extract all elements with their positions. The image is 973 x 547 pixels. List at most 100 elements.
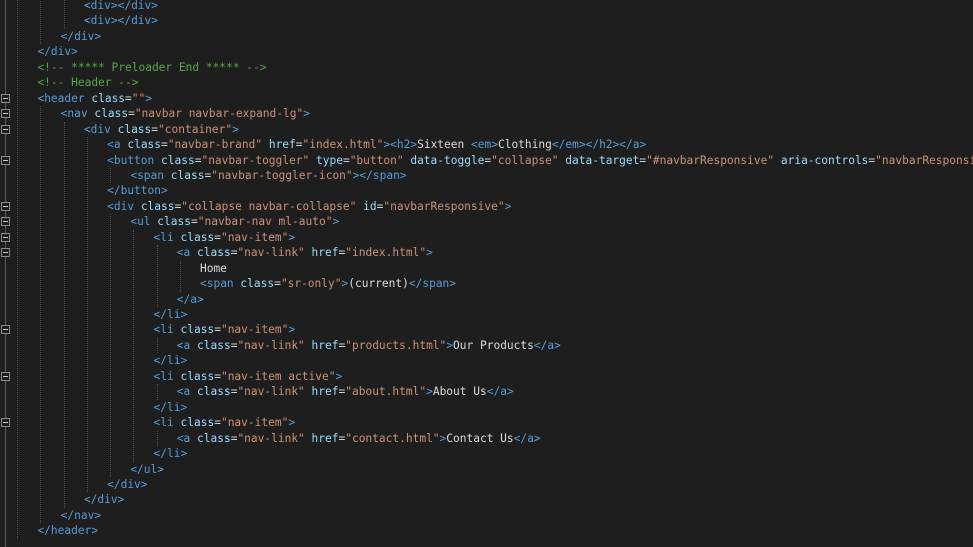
- code-token: <!-- Header -->: [37, 76, 139, 90]
- code-line[interactable]: <div class="collapse navbar-collapse" id…: [107, 199, 511, 215]
- code-line[interactable]: <div class="container">: [84, 122, 239, 138]
- collapse-toggle-icon[interactable]: [1, 93, 10, 103]
- code-line[interactable]: <li class="nav-item">: [154, 322, 296, 338]
- code-token: div: [90, 14, 111, 28]
- indent-guide: [156, 337, 158, 354]
- collapse-toggle-icon[interactable]: [1, 232, 10, 242]
- code-token: </: [486, 385, 501, 399]
- code-line[interactable]: <span class="sr-only">(current)</span>: [200, 276, 456, 292]
- code-token: li: [160, 230, 174, 244]
- code-token: class: [170, 168, 205, 182]
- code-line[interactable]: </li>: [154, 400, 188, 416]
- collapse-toggle-icon[interactable]: [1, 325, 10, 335]
- code-line[interactable]: <li class="nav-item active">: [154, 369, 343, 385]
- code-token: class: [197, 385, 231, 399]
- code-token: a: [113, 138, 121, 152]
- code-line[interactable]: <!-- Header -->: [37, 75, 138, 91]
- code-line[interactable]: <a class="nav-link" href="index.html">: [177, 245, 433, 261]
- code-line[interactable]: </header>: [37, 523, 98, 539]
- collapse-toggle-icon[interactable]: [1, 371, 10, 381]
- code-token: </: [619, 138, 633, 152]
- code-token: About Us: [432, 385, 487, 399]
- code-line[interactable]: <button class="navbar-toggler" type="but…: [107, 153, 973, 169]
- code-token: >: [533, 431, 541, 445]
- code-token: >: [449, 277, 457, 291]
- code-token: "collapse": [491, 153, 559, 167]
- code-line[interactable]: </li>: [154, 353, 188, 369]
- code-token: </: [83, 493, 98, 507]
- outline-gutter: [5, 0, 6, 547]
- code-token: id: [363, 199, 377, 213]
- indent-guide: [63, 0, 65, 29]
- code-token: a: [632, 138, 640, 152]
- code-token: "#navbarResponsive": [646, 153, 775, 167]
- code-line[interactable]: <nav class="navbar navbar-expand-lg">: [61, 106, 310, 122]
- code-token: "index.html": [302, 138, 384, 152]
- code-line[interactable]: </a>: [177, 292, 204, 308]
- code-token: >: [91, 524, 99, 538]
- code-line[interactable]: <!-- ***** Preloader End ***** -->: [37, 60, 266, 76]
- collapse-toggle-icon[interactable]: [1, 201, 10, 211]
- code-token: span: [206, 277, 234, 291]
- code-line[interactable]: <div></div>: [84, 0, 158, 14]
- code-line[interactable]: </li>: [154, 307, 188, 323]
- code-line[interactable]: <a class="nav-link" href="about.html">Ab…: [177, 384, 514, 400]
- code-token: >: [639, 138, 647, 152]
- code-token: <: [199, 277, 207, 291]
- collapse-toggle-icon[interactable]: [1, 109, 10, 119]
- code-line[interactable]: </nav>: [61, 508, 101, 524]
- code-line[interactable]: </div>: [61, 29, 101, 45]
- indent-guide: [63, 121, 65, 508]
- code-line[interactable]: Home: [200, 261, 227, 277]
- code-line[interactable]: </div>: [37, 44, 77, 60]
- code-token: </: [60, 29, 75, 43]
- collapse-toggle-icon[interactable]: [1, 155, 10, 165]
- code-line[interactable]: <a class="nav-link" href="contact.html">…: [177, 431, 541, 447]
- code-line[interactable]: </li>: [154, 446, 188, 462]
- code-token: "nav-item": [220, 230, 289, 244]
- indent-guide: [156, 430, 158, 447]
- code-line[interactable]: </div>: [84, 492, 124, 508]
- indent-guide: [156, 245, 158, 307]
- indent-guide: [17, 0, 19, 539]
- code-token: "navbar-toggler-icon": [211, 168, 353, 182]
- code-token: "nav-link": [237, 385, 305, 399]
- code-token: =: [214, 230, 221, 244]
- code-token: class: [197, 338, 231, 352]
- collapse-toggle-icon[interactable]: [1, 248, 10, 258]
- collapse-toggle-icon[interactable]: [1, 217, 10, 227]
- code-line[interactable]: <li class="nav-item">: [154, 415, 296, 431]
- collapse-toggle-icon[interactable]: [1, 418, 10, 428]
- code-token: >: [180, 354, 188, 368]
- code-token: =: [214, 369, 221, 383]
- code-token: class: [94, 107, 129, 121]
- code-line[interactable]: </ul>: [130, 462, 164, 478]
- code-line[interactable]: <div></div>: [84, 13, 158, 29]
- indent-guide: [156, 384, 158, 400]
- code-line[interactable]: </div>: [107, 477, 147, 493]
- indent-guide: [179, 260, 181, 292]
- code-line[interactable]: <span class="navbar-toggler-icon"></span…: [130, 168, 406, 184]
- code-token: >: [157, 462, 165, 476]
- code-line[interactable]: <a class="nav-link" href="products.html"…: [177, 338, 561, 354]
- code-line[interactable]: </button>: [107, 183, 168, 199]
- code-token: class: [180, 230, 215, 244]
- code-token: >: [94, 29, 102, 43]
- code-editor[interactable]: <div></div> <div></div> </div> </div> <!-- *…: [0, 0, 973, 547]
- code-token: "nav-link": [237, 338, 305, 352]
- code-token: "container": [158, 122, 233, 136]
- code-token: nav: [67, 107, 88, 121]
- code-token: >: [335, 369, 343, 383]
- code-line[interactable]: <ul class="navbar-nav ml-auto">: [130, 214, 339, 230]
- indent-guide: [133, 229, 135, 462]
- code-line[interactable]: <a class="navbar-brand" href="index.html…: [107, 137, 646, 153]
- collapse-toggle-icon[interactable]: [1, 124, 10, 134]
- code-line[interactable]: <li class="nav-item">: [154, 230, 296, 246]
- code-line[interactable]: <header class="">: [37, 91, 152, 107]
- code-token: >: [426, 246, 433, 260]
- code-token: </: [551, 138, 566, 152]
